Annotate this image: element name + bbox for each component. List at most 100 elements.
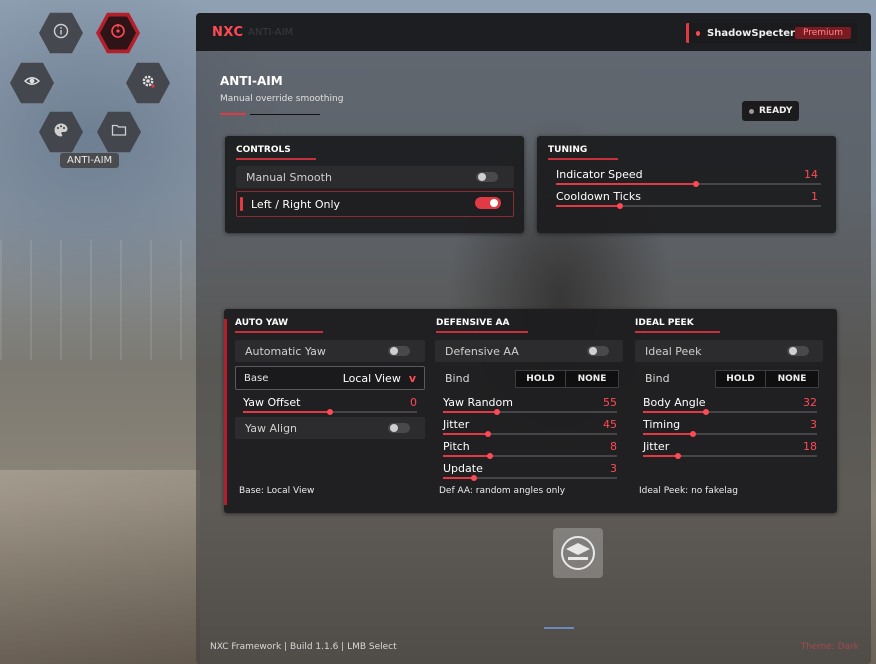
settings-panel: AUTO YAW Automatic Yaw Base Local View v…: [224, 309, 837, 513]
body-angle-track[interactable]: [643, 409, 817, 415]
body-angle-value: 32: [803, 396, 817, 409]
ideal-jitter-fill: [643, 455, 678, 457]
yaw-random-fill: [443, 411, 497, 413]
gear-icon: [140, 73, 156, 93]
auto-yaw-title: AUTO YAW: [235, 318, 289, 328]
ideal-jitter-thumb[interactable]: [674, 453, 681, 459]
pitch-track[interactable]: [443, 453, 617, 459]
controls-panel: CONTROLS Manual Smooth Left / Right Only: [225, 136, 524, 233]
pitch-fill: [443, 455, 490, 457]
ideal-jitter-track[interactable]: [643, 453, 817, 459]
timing-track[interactable]: [643, 431, 817, 437]
update-label: Update: [443, 462, 483, 475]
left-right-only-row[interactable]: Left / Right Only: [236, 191, 514, 217]
automatic-yaw-row[interactable]: Automatic Yaw: [235, 340, 425, 362]
title-underline-track: [250, 114, 320, 115]
yaw-random-track[interactable]: [443, 409, 617, 415]
title-bar: NXC ANTI-AIM ShadowSpecter Premium: [196, 13, 871, 51]
ideal-jitter-label: Jitter: [643, 440, 670, 453]
username: ShadowSpecter: [707, 27, 795, 39]
pitch-value: 8: [610, 440, 617, 453]
ideal-peek-title: IDEAL PEEK: [635, 318, 694, 328]
premium-badge: Premium: [794, 27, 851, 39]
status-dot: [749, 108, 754, 114]
manual-smooth-toggle[interactable]: [476, 172, 498, 182]
indicator-speed-fill: [556, 183, 697, 185]
user-pill[interactable]: ShadowSpecter Premium: [686, 23, 857, 43]
defensive-aa-row[interactable]: Defensive AA: [435, 340, 623, 362]
body-angle-fill: [643, 411, 706, 413]
ideal-peek-bind-label: Bind: [645, 372, 670, 385]
base-select-label: Base: [244, 372, 269, 384]
yaw-offset-track[interactable]: [243, 409, 417, 415]
auto-yaw-title-underline: [235, 331, 323, 333]
defensive-jitter-fill: [443, 433, 489, 435]
indicator-speed-label: Indicator Speed: [556, 168, 643, 181]
page-title: ANTI-AIM: [220, 74, 283, 88]
crosshair-icon: [110, 23, 126, 43]
timing-label: Timing: [643, 418, 681, 431]
ideal-peek-bind-hold[interactable]: HOLD: [716, 371, 765, 387]
ideal-peek-row[interactable]: Ideal Peek: [635, 340, 823, 362]
ideal-peek-bind-none[interactable]: NONE: [765, 371, 818, 387]
nav-visuals-button[interactable]: [10, 62, 54, 104]
status-text: READY: [759, 106, 793, 116]
cooldown-ticks-track[interactable]: [556, 203, 821, 209]
status-bar-text: NXC Framework | Build 1.1.6 | LMB Select: [210, 642, 397, 652]
defensive-aa-toggle[interactable]: [587, 346, 609, 356]
yaw-align-toggle[interactable]: [388, 423, 410, 433]
brand-subtitle: ANTI-AIM: [248, 27, 294, 38]
base-select-value: Local View: [342, 371, 401, 385]
timing-thumb[interactable]: [690, 431, 697, 437]
update-fill: [443, 477, 475, 479]
pitch-label: Pitch: [443, 440, 470, 453]
pitch-thumb[interactable]: [486, 453, 493, 459]
nav-theme-button[interactable]: [39, 111, 83, 153]
nav-settings-button[interactable]: [126, 62, 170, 104]
ideal-peek-bind-group: HOLD NONE: [715, 370, 819, 388]
yaw-random-label: Yaw Random: [443, 396, 513, 409]
indicator-speed-track[interactable]: [556, 181, 821, 187]
defensive-bind-none[interactable]: NONE: [565, 371, 618, 387]
yaw-align-row[interactable]: Yaw Align: [235, 417, 425, 439]
ideal-jitter-value: 18: [803, 440, 817, 453]
update-value: 3: [610, 462, 617, 475]
defensive-jitter-thumb[interactable]: [485, 431, 492, 437]
emblem-logo: [553, 528, 603, 578]
status-bar: NXC Framework | Build 1.1.6 | LMB Select…: [196, 623, 871, 664]
defensive-jitter-track[interactable]: [443, 431, 617, 437]
update-thumb[interactable]: [471, 475, 478, 481]
cooldown-ticks-thumb[interactable]: [616, 203, 623, 209]
auto-yaw-footnote: Base: Local View: [239, 486, 315, 496]
body-angle-label: Body Angle: [643, 396, 706, 409]
defensive-bind-hold[interactable]: HOLD: [516, 371, 565, 387]
defensive-aa-label: Defensive AA: [445, 344, 519, 358]
automatic-yaw-toggle[interactable]: [388, 346, 410, 356]
tuning-title-underline: [548, 158, 618, 160]
controls-title-underline: [236, 158, 316, 160]
automatic-yaw-label: Automatic Yaw: [245, 344, 326, 358]
base-select[interactable]: Base Local View v: [235, 366, 425, 390]
title-underline: [220, 113, 246, 115]
ideal-peek-toggle[interactable]: [787, 346, 809, 356]
update-track[interactable]: [443, 475, 617, 481]
yaw-offset-thumb[interactable]: [327, 409, 333, 415]
chevron-down-icon: v: [408, 371, 416, 385]
ideal-peek-footnote: Ideal Peek: no fakelag: [639, 486, 738, 496]
nav-anti-aim-button[interactable]: [96, 12, 140, 54]
timing-value: 3: [810, 418, 817, 431]
cooldown-ticks-fill: [556, 205, 620, 207]
yaw-random-thumb[interactable]: [493, 409, 500, 415]
manual-smooth-row[interactable]: Manual Smooth: [236, 166, 514, 188]
left-right-only-toggle[interactable]: [475, 197, 501, 209]
controls-title: CONTROLS: [236, 145, 291, 155]
theme-label[interactable]: Theme: Dark: [801, 642, 859, 652]
nav-info-button[interactable]: [39, 12, 83, 54]
indicator-speed-thumb[interactable]: [693, 181, 700, 187]
body-angle-thumb[interactable]: [702, 409, 709, 415]
yaw-offset-value: 0: [410, 396, 417, 409]
background-ground: [0, 470, 200, 664]
yaw-random-value: 55: [603, 396, 617, 409]
nav-configs-button[interactable]: [97, 111, 141, 153]
palette-icon: [53, 122, 69, 142]
